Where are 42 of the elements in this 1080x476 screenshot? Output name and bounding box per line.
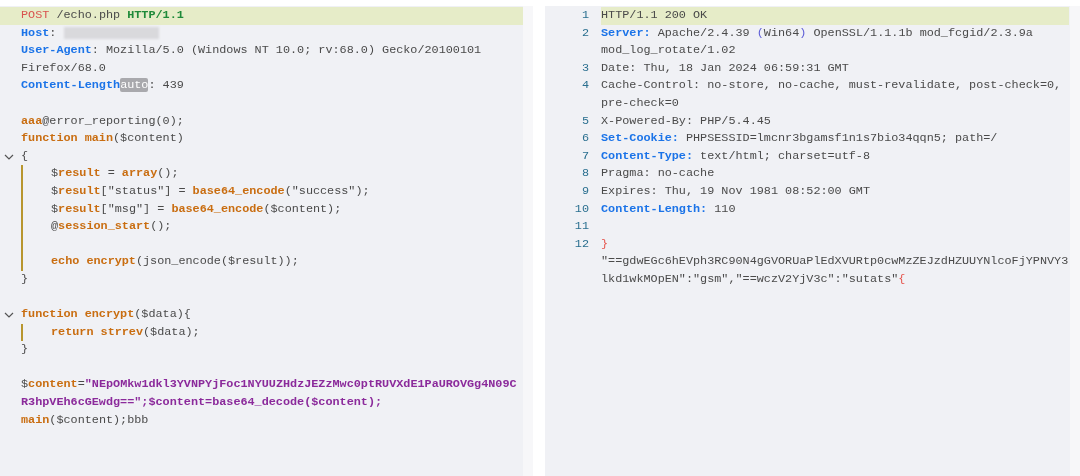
line-number: 11 xyxy=(573,218,590,236)
line-number: 1 xyxy=(580,7,590,24)
code-line: X-Powered-By: PHP/5.4.45 xyxy=(601,112,772,130)
code-line: Content-Length: 110 xyxy=(601,200,737,218)
code-line: Cache-Control: no-store, no-cache, must-revalidate, post-check=0, pre-check=0 xyxy=(601,77,1063,112)
code-line: echo encrypt(json_encode($result)); xyxy=(51,253,300,271)
fold-caret-icon[interactable] xyxy=(4,153,14,160)
code-line: } "==gdwEGc6hEVph3RC90N4gGVORUaPlEdXVURtp0cwMzZEJzdHZUUYNlcoFjYPNVY3lkd1wkMOpEN":"gsm","==wczV2YjV3c":"sutats"{ xyxy=(601,235,1069,288)
code-line: Pragma: no-cache xyxy=(601,165,716,183)
code-line: { xyxy=(21,147,30,165)
code-line: aaa@error_reporting(0); xyxy=(21,112,185,130)
line-number: 8 xyxy=(580,165,590,183)
code-line: Host: xyxy=(21,24,58,42)
code-line: Expires: Thu, 19 Nov 1981 08:52:00 GMT xyxy=(601,182,871,200)
code-line: main($content);bbb xyxy=(21,411,150,429)
line-number: 3 xyxy=(580,59,590,77)
line-number: 2 xyxy=(580,24,590,42)
code-line: return strrev($data); xyxy=(51,323,201,341)
code-line: } xyxy=(21,341,30,359)
code-line: } xyxy=(21,270,30,288)
code-line: Content-Type: text/html; charset=utf-8 xyxy=(601,147,871,165)
code-line: function encrypt($data){ xyxy=(21,306,192,324)
line-number: 7 xyxy=(580,147,590,165)
line-number: 6 xyxy=(580,130,590,148)
fold-caret-icon[interactable] xyxy=(4,312,14,319)
code-line: $result["status"] = base64_encode("success"); xyxy=(51,182,371,200)
code-line: function main($content) xyxy=(21,130,185,148)
code-line: Date: Thu, 18 Jan 2024 06:59:31 GMT xyxy=(601,59,850,77)
code-line: $result = array(); xyxy=(51,165,180,183)
line-number: 5 xyxy=(580,112,590,130)
code-line: Set-Cookie: PHPSESSID=lmcnr3bgamsf1n1s7bio34qqn5; path=/ xyxy=(601,130,999,148)
code-line: $content="NEpOMkw1dkl3YVNPYjFoc1NYUUZHdzJEZzMwc0ptRUVXdE1PaUROVGg4N09CR3hpVEh6cGEwdg==";$content=base64_decode($content); xyxy=(21,376,518,412)
code-line: Content-Lengthauto: 439 xyxy=(21,77,185,95)
line-number: 12 xyxy=(573,235,590,253)
line-number: 4 xyxy=(580,77,590,95)
code-line: User-Agent: Mozilla/5.0 (Windows NT 10.0; rv:68.0) Gecko/20100101 Firefox/68.0 xyxy=(21,42,483,77)
line-number: 10 xyxy=(573,200,590,218)
code-line: POST /echo.php HTTP/1.1 xyxy=(21,7,185,24)
code-line: $result["msg"] = base64_encode($content); xyxy=(51,200,343,218)
code-line: @session_start(); xyxy=(51,218,173,236)
code-line: Server: Apache/2.4.39 (Win64) OpenSSL/1.1.1b mod_fcgid/2.3.9a mod_log_rotate/1.02 xyxy=(601,24,1034,60)
line-number: 9 xyxy=(580,182,590,200)
